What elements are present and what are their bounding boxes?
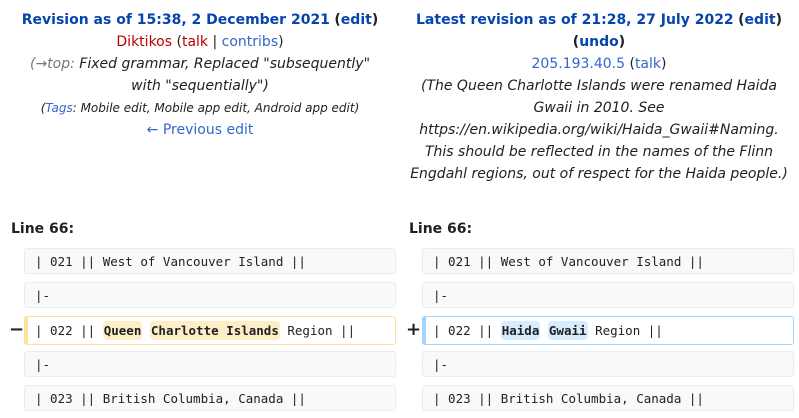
minus-marker: − — [9, 319, 25, 340]
deleted-word: Queen — [102, 321, 143, 340]
context-row: | 023 || British Columbia, Canada || — [24, 385, 396, 411]
deleted-word: Charlotte Islands — [149, 321, 280, 340]
context-row: | 023 || British Columbia, Canada || — [422, 385, 794, 411]
context-row: |- — [24, 351, 396, 377]
previous-edit-link[interactable]: ← Previous edit — [147, 122, 254, 138]
new-edit-link[interactable]: edit — [745, 12, 776, 28]
added-word: Haida — [500, 321, 541, 340]
undo-link[interactable]: undo — [579, 34, 619, 50]
ip-user-link[interactable]: 205.193.40.5 — [532, 56, 626, 72]
context-row: |- — [422, 282, 794, 308]
tags-list: : Mobile edit, Mobile app edit, Android … — [72, 101, 360, 115]
new-revision-link[interactable]: Latest revision as of 21:28, 27 July 202… — [416, 12, 734, 28]
context-row: | 021 || West of Vancouver Island || — [422, 248, 794, 274]
section-link[interactable]: →top: — [35, 56, 74, 72]
ip-talk-link[interactable]: talk — [635, 56, 661, 72]
contribs-link[interactable]: contribs — [222, 34, 278, 50]
context-row: | 021 || West of Vancouver Island || — [24, 248, 396, 274]
edit-summary: Fixed grammar, Replaced "subsequently" w… — [79, 56, 371, 94]
line-number-left: Line 66: — [11, 221, 75, 237]
context-row: |- — [24, 282, 396, 308]
new-revision-header: Latest revision as of 21:28, 27 July 202… — [399, 9, 799, 185]
user-link[interactable]: Diktikos — [116, 34, 172, 50]
plus-marker: + — [406, 319, 422, 340]
added-line: | 022 || Haida Gwaii Region || — [422, 316, 794, 345]
line-number-right: Line 66: — [409, 221, 473, 237]
talk-link[interactable]: talk — [182, 34, 208, 50]
deleted-line: | 022 || Queen Charlotte Islands Region … — [24, 316, 396, 345]
added-word: Gwaii — [547, 321, 588, 340]
old-revision-header: Revision as of 15:38, 2 December 2021 (e… — [21, 12, 379, 138]
old-revision-link[interactable]: Revision as of 15:38, 2 December 2021 — [22, 12, 330, 28]
tags-link[interactable]: Tags — [45, 101, 72, 115]
context-row: |- — [422, 351, 794, 377]
edit-summary-new: (The Queen Charlotte Islands were rename… — [410, 78, 788, 182]
old-edit-link[interactable]: edit — [341, 12, 372, 28]
